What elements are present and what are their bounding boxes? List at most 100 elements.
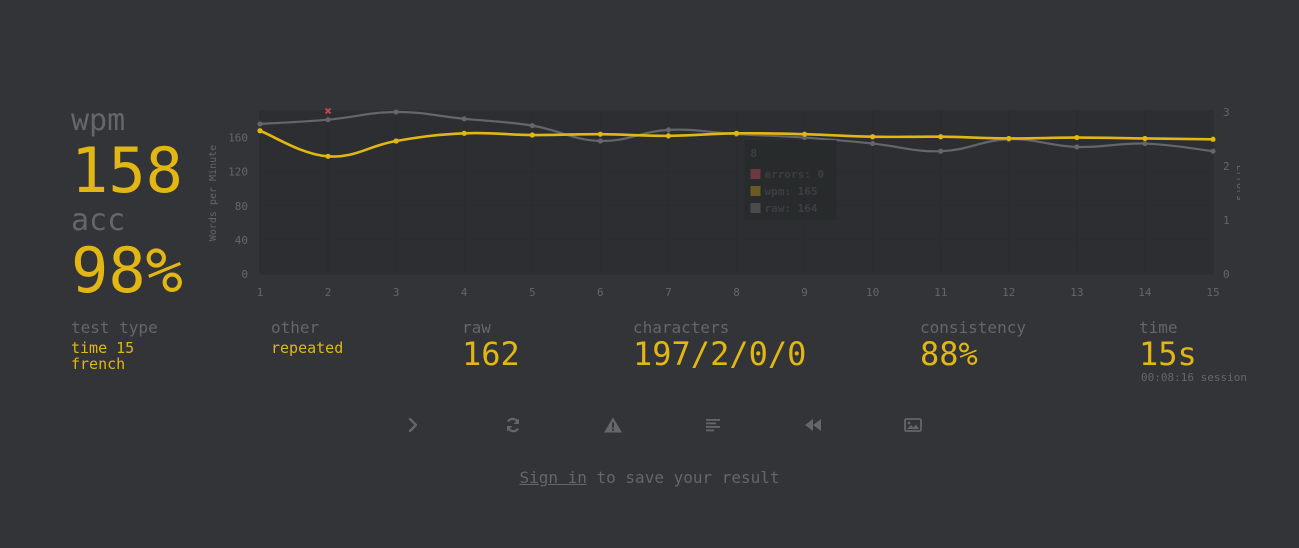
raw-point xyxy=(597,138,603,144)
wpm-point xyxy=(1006,135,1012,142)
y-tick-label: 80 xyxy=(235,200,248,213)
x-tick-label: 9 xyxy=(801,286,808,299)
wpm-point xyxy=(257,128,263,134)
stat-time: time 15s xyxy=(1139,318,1197,373)
time-label: time xyxy=(1139,318,1178,337)
wpm-point xyxy=(733,130,740,136)
x-tick-label: 3 xyxy=(393,286,400,299)
signin-prompt: Sign in to save your result xyxy=(0,468,1299,487)
raw-point xyxy=(393,109,399,115)
watch-replay-button[interactable] xyxy=(801,414,825,436)
wpm-point xyxy=(325,153,331,159)
raw-value: 162 xyxy=(462,335,520,373)
acc-value: 98% xyxy=(71,234,183,307)
wpm-point xyxy=(1074,134,1080,141)
x-tick-label: 13 xyxy=(1070,286,1083,299)
y2-tick-label: 1 xyxy=(1223,214,1230,227)
wpm-point xyxy=(665,133,672,139)
raw-point xyxy=(665,127,672,133)
time-value: 15s xyxy=(1139,335,1197,373)
y-axis-title: Words per Minute xyxy=(208,145,219,241)
toggle-words-history-button[interactable] xyxy=(601,414,625,436)
x-tick-label: 12 xyxy=(1002,286,1015,299)
image-icon xyxy=(904,418,922,432)
y-tick-label: 160 xyxy=(228,132,248,145)
y2-tick-label: 3 xyxy=(1223,106,1230,119)
wpm-point xyxy=(870,134,876,140)
tooltip-swatch xyxy=(750,203,761,213)
chart-tooltip: 8 errors: 0 wpm: 165 raw: 164 xyxy=(744,140,837,220)
characters-value: 197/2/0/0 xyxy=(633,335,807,373)
save-screenshot-button[interactable] xyxy=(901,414,925,436)
wpm-point xyxy=(1210,136,1216,142)
wpm-label: wpm xyxy=(71,103,126,138)
other-value: repeated xyxy=(271,339,344,357)
x-tick-label: 2 xyxy=(325,286,332,299)
x-tick-label: 14 xyxy=(1138,286,1152,299)
raw-point xyxy=(1142,140,1148,147)
y-tick-label: 120 xyxy=(228,166,248,179)
tooltip-line: wpm: 165 xyxy=(765,185,818,198)
characters-label: characters xyxy=(633,318,730,337)
stat-consistency: consistency 88% xyxy=(920,320,1026,373)
wpm-point xyxy=(1142,135,1148,142)
raw-label: raw xyxy=(462,318,491,337)
next-test-button[interactable] xyxy=(401,414,425,436)
raw-point xyxy=(529,123,535,129)
tooltip-title: 8 xyxy=(751,147,758,160)
x-tick-label: 1 xyxy=(257,286,264,299)
y-tick-label: 40 xyxy=(235,234,248,247)
wpm-point xyxy=(393,138,399,144)
wpm-point xyxy=(938,134,944,140)
x-tick-label: 7 xyxy=(665,286,672,299)
result-screen: wpm 158 acc 98% 0 40 80 120 160 0 1 2 3 1 2 3 4 5 6 7 8 9… xyxy=(0,0,1299,548)
raw-point xyxy=(257,121,263,127)
signin-prompt-text: to save your result xyxy=(586,468,780,487)
restart-test-button[interactable] xyxy=(501,414,525,436)
x-tick-label: 11 xyxy=(934,286,947,299)
x-tick-label: 8 xyxy=(733,286,740,299)
tooltip-line: errors: 0 xyxy=(765,168,825,181)
x-tick-label: 4 xyxy=(461,286,468,299)
wpm-point xyxy=(597,131,603,137)
stat-test-type: test type time 15 french xyxy=(71,318,158,373)
wpm-chart[interactable]: 0408012016001231 2 3 4 5 6 7 8 9 10 11 12 13 14 15Word… xyxy=(200,100,1240,305)
raw-point xyxy=(1074,144,1080,150)
raw-point xyxy=(461,116,467,122)
stat-other: other repeated xyxy=(271,318,344,357)
backward-icon xyxy=(805,419,821,431)
acc-label: acc xyxy=(71,203,126,238)
stat-raw: raw 162 xyxy=(462,318,520,373)
x-tick-label: 15 xyxy=(1206,286,1219,299)
raw-point xyxy=(1210,148,1216,154)
raw-point xyxy=(325,117,331,123)
y2-tick-label: 0 xyxy=(1223,268,1230,281)
words-history-button[interactable] xyxy=(701,414,725,436)
wpm-point xyxy=(529,132,535,138)
y2-tick-label: 2 xyxy=(1223,160,1230,173)
tooltip-line: raw: 164 xyxy=(765,202,818,215)
test-type-label: test type xyxy=(71,318,158,337)
wpm-point xyxy=(461,130,467,136)
x-tick-label: 10 xyxy=(866,286,879,299)
x-tick-label: 6 xyxy=(597,286,604,299)
consistency-value: 88% xyxy=(920,335,978,373)
chevron-right-icon xyxy=(408,417,418,433)
refresh-icon xyxy=(506,417,520,433)
wpm-value: 158 xyxy=(71,134,183,207)
wpm-point xyxy=(801,131,808,137)
x-tick-label: 5 xyxy=(529,286,536,299)
tooltip-swatch xyxy=(750,186,761,196)
other-label: other xyxy=(271,318,320,337)
test-type-mode: time 15 xyxy=(71,339,135,357)
y2-axis-title: Errors xyxy=(1234,165,1240,201)
raw-point xyxy=(870,140,876,147)
stat-characters: characters 197/2/0/0 xyxy=(633,318,807,373)
raw-point xyxy=(938,148,944,154)
signin-link[interactable]: Sign in xyxy=(519,468,586,487)
tooltip-swatch xyxy=(750,169,761,179)
warning-icon xyxy=(604,417,622,433)
y-tick-label: 0 xyxy=(241,268,248,281)
session-time: 00:08:16 session xyxy=(1141,371,1247,384)
test-type-language: french xyxy=(71,355,126,373)
